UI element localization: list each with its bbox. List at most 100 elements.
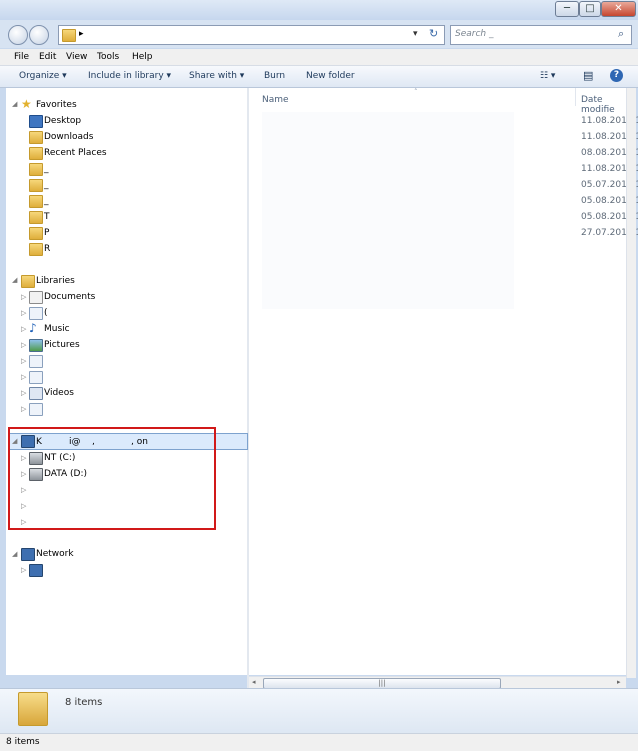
file-names-area	[262, 112, 514, 309]
downloads-icon	[29, 131, 43, 144]
nav-computer-name[interactable]: K	[36, 437, 42, 447]
help-icon[interactable]: ?	[610, 69, 623, 82]
nav-computer-name-part[interactable]: i@	[69, 437, 81, 447]
collapsed-triangle-icon[interactable]: ▷	[21, 470, 26, 478]
menu-file[interactable]: File	[14, 52, 29, 62]
collapsed-triangle-icon[interactable]: ▷	[21, 389, 26, 397]
collapsed-triangle-icon[interactable]: ▷	[21, 325, 26, 333]
maximize-button[interactable]: □	[579, 1, 601, 17]
address-dropdown-icon[interactable]: ▾	[413, 29, 418, 39]
folder-icon	[29, 179, 43, 192]
nav-recent-places[interactable]: Recent Places	[44, 148, 107, 158]
folder-icon	[29, 163, 43, 176]
refresh-icon[interactable]: ↻	[429, 27, 438, 40]
library-icon	[29, 307, 43, 320]
vertical-scrollbar[interactable]	[626, 88, 636, 678]
burn-button[interactable]: Burn	[264, 71, 285, 81]
desktop-icon	[29, 115, 43, 128]
music-icon: ♪	[29, 321, 37, 335]
folder-icon	[29, 243, 43, 256]
folder-icon	[29, 227, 43, 240]
nav-favorite-folder[interactable]: _	[44, 196, 49, 206]
views-button[interactable]: ☷ ▾	[540, 71, 555, 81]
column-separator[interactable]	[575, 88, 576, 106]
nav-videos[interactable]: Videos	[44, 388, 74, 398]
collapsed-triangle-icon[interactable]: ▷	[21, 566, 26, 574]
libraries-icon	[21, 275, 35, 288]
status-bar	[0, 733, 638, 751]
collapsed-triangle-icon[interactable]: ▷	[21, 454, 26, 462]
collapsed-triangle-icon[interactable]: ▷	[21, 293, 26, 301]
folder-icon	[62, 29, 76, 42]
menu-edit[interactable]: Edit	[39, 52, 56, 62]
preview-pane-button[interactable]: ▤	[583, 69, 593, 82]
nav-network[interactable]: Network	[36, 549, 74, 559]
address-bar[interactable]	[58, 25, 445, 45]
menu-view[interactable]: View	[66, 52, 87, 62]
nav-drive-c[interactable]: NT (C:)	[44, 453, 75, 463]
collapsed-triangle-icon[interactable]: ▷	[21, 486, 26, 494]
details-item-count: 8 items	[65, 697, 103, 708]
folder-large-icon	[18, 692, 48, 726]
collapsed-triangle-icon[interactable]: ▷	[21, 341, 26, 349]
collapsed-triangle-icon[interactable]: ▷	[21, 502, 26, 510]
folder-icon	[29, 195, 43, 208]
menu-tools[interactable]: Tools	[97, 52, 119, 62]
title-bar	[0, 0, 638, 20]
collapsed-triangle-icon[interactable]: ▷	[21, 357, 26, 365]
nav-computer-name-part[interactable]: ,	[92, 437, 95, 447]
nav-pictures[interactable]: Pictures	[44, 340, 80, 350]
folder-icon	[29, 211, 43, 224]
minimize-button[interactable]: ─	[555, 1, 579, 17]
recent-places-icon	[29, 147, 43, 160]
share-with-button[interactable]: Share with ▾	[189, 71, 244, 81]
column-header-name[interactable]: Name	[262, 95, 289, 105]
nav-music[interactable]: Music	[44, 324, 70, 334]
organize-button[interactable]: Organize ▾	[19, 71, 67, 81]
network-computer-icon	[29, 564, 43, 577]
new-folder-button[interactable]: New folder	[306, 71, 355, 81]
menu-help[interactable]: Help	[132, 52, 153, 62]
status-item-count: 8 items	[6, 737, 40, 747]
nav-documents[interactable]: Documents	[44, 292, 95, 302]
expanded-triangle-icon[interactable]: ◢	[12, 550, 17, 558]
scroll-right-icon[interactable]: ▸	[617, 678, 621, 686]
documents-icon	[29, 291, 43, 304]
library-icon	[29, 403, 43, 416]
collapsed-triangle-icon[interactable]: ▷	[21, 518, 26, 526]
nav-favorite-folder[interactable]: T	[44, 212, 50, 222]
sort-up-icon: ˄	[414, 88, 418, 96]
forward-button[interactable]	[29, 25, 49, 45]
back-button[interactable]	[8, 25, 28, 45]
menu-bar	[0, 49, 638, 66]
library-icon	[29, 355, 43, 368]
include-in-library-button[interactable]: Include in library ▾	[88, 71, 171, 81]
computer-icon	[21, 435, 35, 448]
nav-favorite-folder[interactable]: R	[44, 244, 50, 254]
collapsed-triangle-icon[interactable]: ▷	[21, 309, 26, 317]
drive-icon	[29, 468, 43, 481]
nav-favorite-folder[interactable]: P	[44, 228, 49, 238]
nav-library[interactable]: (	[44, 308, 48, 318]
nav-downloads[interactable]: Downloads	[44, 132, 93, 142]
nav-favorite-folder[interactable]: _	[44, 180, 49, 190]
expanded-triangle-icon[interactable]: ◢	[12, 437, 17, 445]
search-placeholder: Search _	[455, 29, 494, 39]
nav-favorite-folder[interactable]: _	[44, 164, 49, 174]
scroll-left-icon[interactable]: ◂	[252, 678, 256, 686]
nav-libraries[interactable]: Libraries	[36, 276, 75, 286]
expanded-triangle-icon[interactable]: ◢	[12, 276, 17, 284]
expanded-triangle-icon[interactable]: ◢	[12, 100, 17, 108]
library-icon	[29, 371, 43, 384]
drive-icon	[29, 452, 43, 465]
collapsed-triangle-icon[interactable]: ▷	[21, 373, 26, 381]
close-button[interactable]: ✕	[601, 1, 636, 17]
nav-desktop[interactable]: Desktop	[44, 116, 81, 126]
search-icon[interactable]: ⌕	[618, 27, 624, 41]
nav-drive-d[interactable]: DATA (D:)	[44, 469, 87, 479]
nav-favorites[interactable]: Favorites	[36, 100, 77, 110]
collapsed-triangle-icon[interactable]: ▷	[21, 405, 26, 413]
path-arrow[interactable]: ▸	[79, 29, 84, 39]
nav-computer-name-part[interactable]: , on	[131, 437, 148, 447]
network-icon	[21, 548, 35, 561]
